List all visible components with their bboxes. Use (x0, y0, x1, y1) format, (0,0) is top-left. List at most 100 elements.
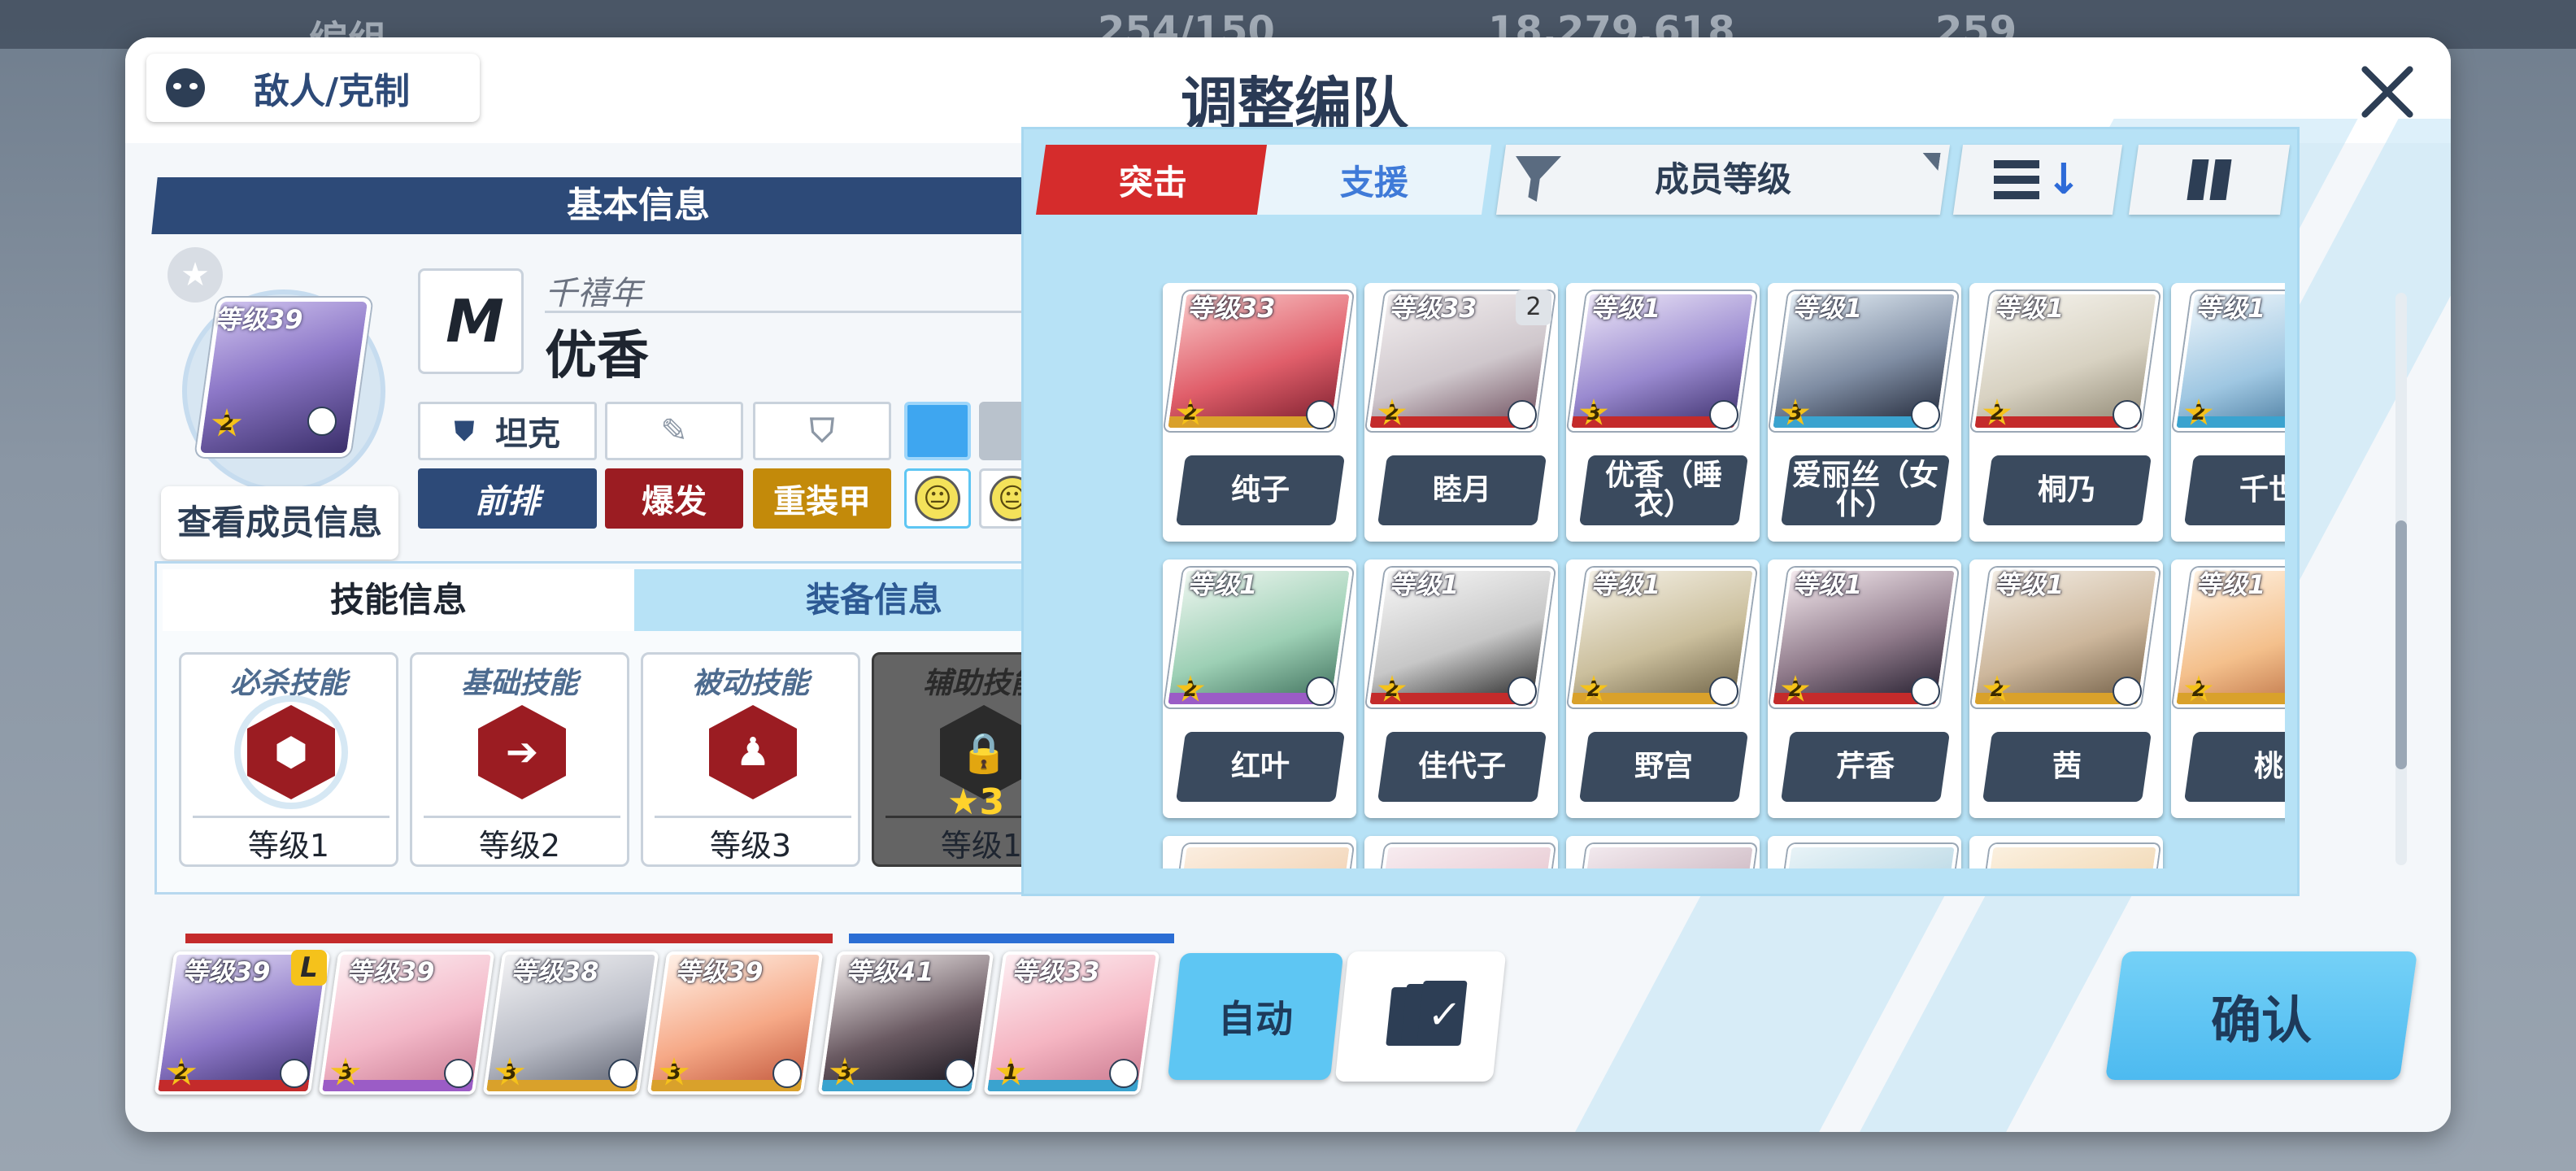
student-card[interactable]: 等级1 2 野宫 (1566, 559, 1760, 818)
student-card[interactable]: 等级33 2 纯子 (1163, 283, 1356, 542)
urban-terrain-rating: 😐 (904, 468, 971, 529)
card-name: 桃 (2253, 750, 2283, 783)
card-name-plate: 野宫 (1578, 732, 1749, 802)
card-name-plate: 纯子 (1175, 455, 1346, 525)
card-name: 茜 (2052, 750, 2082, 783)
student-card[interactable]: 等级33 2 2 睦月 (1364, 283, 1558, 542)
card-level: 等级1 (1389, 569, 1460, 600)
team-slot-level: 等级33 (1012, 956, 1100, 987)
tank-role-icon (307, 407, 337, 436)
tab-striker-label: 突击 (1118, 162, 1187, 202)
team-slot-level: 等级41 (846, 956, 934, 987)
student-card[interactable]: 等级1 2 千世 (2171, 283, 2285, 542)
confirm-button[interactable]: 确认 (2104, 951, 2418, 1080)
card-level: 等级33 (1389, 293, 1477, 324)
skill-name: 被动技能 (691, 667, 809, 700)
shield-icon: ⛊ (454, 415, 474, 446)
card-level: 等级1 (1590, 293, 1661, 324)
team-slot-level: 等级39 (182, 956, 271, 987)
list-icon (1994, 160, 2040, 199)
passive-skill-card[interactable]: 被动技能 ♟ 等级3 (641, 652, 860, 867)
sort-direction-button[interactable]: ↓ (1952, 145, 2123, 215)
pin-icon[interactable]: ★ (168, 247, 223, 303)
card-name-plate: 红叶 (1175, 732, 1346, 802)
preset-cards-button[interactable]: ✓ (1334, 951, 1507, 1082)
student-card[interactable] (1566, 836, 1760, 868)
basic-skill-card[interactable]: 基础技能 ➔ 等级2 (410, 652, 629, 867)
card-name: 睦月 (1432, 473, 1491, 507)
attack-type-badge: 爆发 (605, 468, 743, 529)
striker-team-bar (185, 934, 833, 943)
skill-level: 等级3 (709, 828, 792, 864)
urban-terrain-icon (904, 402, 971, 460)
student-card[interactable] (1969, 836, 2163, 868)
student-card[interactable] (1163, 836, 1356, 868)
student-card[interactable]: 等级1 2 红叶 (1163, 559, 1356, 818)
card-level: 等级1 (2195, 293, 2266, 324)
card-level: 等级1 (1590, 569, 1661, 600)
defense-type-badge: 重装甲 (753, 468, 891, 529)
card-name: 千世 (2239, 473, 2285, 507)
card-name: 芹香 (1835, 750, 1895, 783)
tab-special[interactable]: 支援 (1256, 145, 1492, 215)
ex-skill-card[interactable]: 必杀技能 ⬢ 等级1 (179, 652, 398, 867)
confirm-label: 确认 (2210, 990, 2312, 1050)
defense-type-stat: ⛉ (753, 402, 891, 460)
student-card[interactable]: 等级1 2 佳代子 (1364, 559, 1558, 818)
basic-info-header: 基本信息 (151, 177, 1125, 234)
card-name: 桐乃 (2037, 473, 2096, 507)
student-list[interactable]: 等级33 2 纯子 等级33 2 2 睦月 等级1 3 优香（睡衣） 等级1 3… (1026, 283, 2285, 868)
team-slot-level: 等级39 (675, 956, 764, 987)
support-icon (2113, 400, 2142, 429)
role-label: 坦克 (495, 416, 560, 453)
support-icon (945, 1059, 974, 1088)
student-card[interactable]: 等级1 2 桃 (2171, 559, 2285, 818)
auto-button[interactable]: 自动 (1167, 953, 1344, 1080)
student-card[interactable]: 等级1 3 爱丽丝（女仆） (1768, 283, 1961, 542)
tab-special-label: 支援 (1339, 162, 1408, 202)
sort-dropdown[interactable]: 成员等级 (1495, 145, 1951, 215)
target-icon (444, 1059, 473, 1088)
card-name-plate: 桐乃 (1982, 455, 2152, 525)
layout-toggle-button[interactable] (2128, 145, 2291, 215)
heal-icon (1109, 1059, 1138, 1088)
card-name: 爱丽丝（女仆） (1791, 459, 1939, 521)
skill-level: 等级1 (247, 828, 330, 864)
target-icon (1911, 400, 1940, 429)
student-card[interactable]: 等级1 3 优香（睡衣） (1566, 283, 1760, 542)
student-card[interactable]: 等级1 2 桐乃 (1969, 283, 2163, 542)
student-card[interactable]: 等级1 2 茜 (1969, 559, 2163, 818)
card-level: 等级1 (1792, 293, 1863, 324)
position-badge: 前排 (418, 468, 597, 529)
view-member-info-button[interactable]: 查看成员信息 (161, 486, 398, 559)
target-icon (1306, 677, 1335, 706)
card-level: 等级1 (2195, 569, 2266, 600)
card-level: 等级1 (1994, 293, 2065, 324)
auto-label: 自动 (1218, 997, 1293, 1041)
sort-label: 成员等级 (1654, 159, 1791, 199)
target-icon (1508, 400, 1537, 429)
leader-badge: L (291, 950, 327, 986)
count-badge: 2 (1516, 289, 1551, 325)
card-name: 红叶 (1230, 750, 1290, 783)
card-name-plate: 千世 (2183, 455, 2285, 525)
student-name: 优香 (545, 326, 649, 386)
pause-icon (2187, 159, 2209, 200)
tab-skill-info[interactable]: 技能信息 (163, 569, 634, 631)
scrollbar-thumb[interactable] (2395, 520, 2407, 769)
target-icon (608, 1059, 637, 1088)
shield-icon (280, 1059, 309, 1088)
student-card[interactable]: 等级1 2 芹香 (1768, 559, 1961, 818)
student-card[interactable] (1364, 836, 1558, 868)
shield-icon (1709, 400, 1738, 429)
target-icon (1306, 400, 1335, 429)
neutral-face-icon: 😐 (915, 476, 960, 521)
card-name-plate: 优香（睡衣） (1578, 455, 1749, 525)
card-name-plate: 茜 (1982, 732, 2152, 802)
target-icon (1911, 677, 1940, 706)
target-icon (1709, 677, 1738, 706)
tab-striker[interactable]: 突击 (1035, 145, 1271, 215)
student-card[interactable] (1768, 836, 1961, 868)
basic-skill-icon: ➔ (478, 705, 566, 799)
role-stat: ⛊ 坦克 (418, 402, 597, 460)
